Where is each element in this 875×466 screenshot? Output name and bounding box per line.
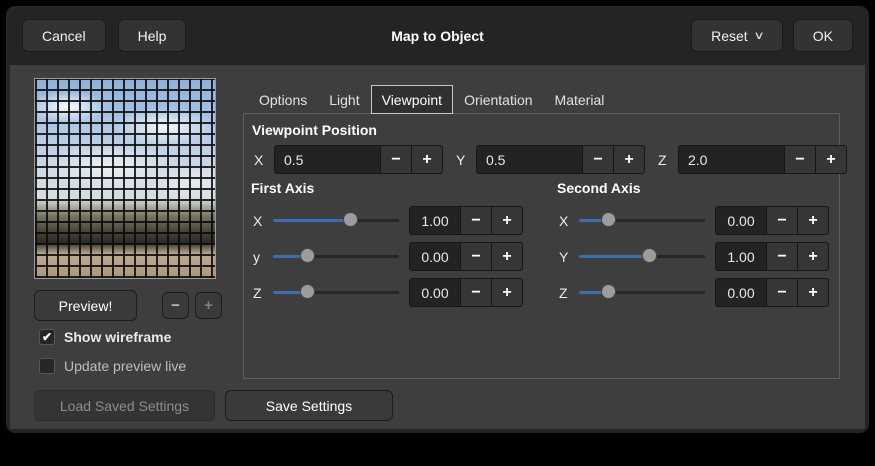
zoom-in-button[interactable]: + bbox=[195, 292, 222, 319]
minus-icon[interactable]: − bbox=[381, 145, 412, 174]
chevron-down-icon: ∨ bbox=[753, 29, 764, 42]
first-axis-x-slider[interactable] bbox=[273, 206, 399, 235]
viewpoint-z-input[interactable]: 2.0 bbox=[678, 145, 785, 174]
update-preview-live-checkbox[interactable]: Update preview live bbox=[39, 358, 186, 374]
second-axis-x-input[interactable]: 0.00 bbox=[715, 206, 767, 235]
z-label: Z bbox=[253, 285, 266, 301]
preview-button[interactable]: Preview! bbox=[34, 290, 137, 321]
plus-icon[interactable]: + bbox=[798, 278, 829, 307]
first-axis-z-row: Z 0.00 − + bbox=[253, 278, 523, 307]
z-label: Z bbox=[658, 152, 671, 168]
second-axis-x-slider[interactable] bbox=[579, 206, 705, 235]
plus-icon[interactable]: + bbox=[412, 145, 443, 174]
tab-material[interactable]: Material bbox=[544, 85, 616, 114]
show-wireframe-checkbox[interactable]: ✔ Show wireframe bbox=[39, 329, 171, 345]
first-axis-title: First Axis bbox=[251, 180, 314, 196]
plus-icon[interactable]: + bbox=[492, 242, 523, 271]
second-axis-z-input[interactable]: 0.00 bbox=[715, 278, 767, 307]
viewpoint-y-input[interactable]: 0.5 bbox=[476, 145, 583, 174]
slider-thumb[interactable] bbox=[343, 212, 358, 227]
second-axis-y-row: Y 1.00 − + bbox=[559, 242, 829, 271]
reset-button[interactable]: Reset ∨ bbox=[691, 19, 783, 52]
minus-icon[interactable]: − bbox=[767, 206, 798, 235]
y-label: Y bbox=[456, 152, 469, 168]
update-preview-live-label: Update preview live bbox=[64, 358, 186, 374]
minus-icon[interactable]: − bbox=[583, 145, 614, 174]
viewpoint-panel: Viewpoint Position X 0.5 − + Y 0.5 − bbox=[243, 113, 840, 379]
second-axis-x-row: X 0.00 − + bbox=[559, 206, 829, 235]
map-to-object-dialog: Cancel Help Map to Object Reset ∨ OK Pre… bbox=[6, 6, 869, 433]
desktop-background: Cancel Help Map to Object Reset ∨ OK Pre… bbox=[0, 0, 875, 466]
first-axis-x-input[interactable]: 1.00 bbox=[409, 206, 461, 235]
first-axis-z-input[interactable]: 0.00 bbox=[409, 278, 461, 307]
first-axis-x-row: X 1.00 − + bbox=[253, 206, 523, 235]
dialog-content: Preview! − + ✔ Show wireframe Update pre… bbox=[10, 65, 865, 429]
first-axis-z-slider[interactable] bbox=[273, 278, 399, 307]
x-label: X bbox=[559, 213, 572, 229]
slider-thumb[interactable] bbox=[601, 212, 616, 227]
tab-light[interactable]: Light bbox=[318, 85, 370, 114]
x-label: X bbox=[253, 213, 266, 229]
viewpoint-position-row: X 0.5 − + Y 0.5 − + Z bbox=[254, 145, 860, 174]
titlebar: Cancel Help Map to Object Reset ∨ OK bbox=[6, 6, 869, 65]
minus-icon[interactable]: − bbox=[461, 278, 492, 307]
slider-thumb[interactable] bbox=[642, 248, 657, 263]
plus-icon[interactable]: + bbox=[798, 242, 829, 271]
slider-thumb[interactable] bbox=[300, 284, 315, 299]
zoom-out-button[interactable]: − bbox=[162, 292, 189, 319]
minus-icon[interactable]: − bbox=[461, 206, 492, 235]
cancel-button[interactable]: Cancel bbox=[22, 19, 106, 52]
tab-options[interactable]: Options bbox=[248, 85, 318, 114]
z-label: Z bbox=[559, 285, 572, 301]
save-settings-button[interactable]: Save Settings bbox=[225, 390, 393, 421]
ok-button[interactable]: OK bbox=[793, 19, 853, 52]
viewpoint-x-field: X 0.5 − + bbox=[254, 145, 443, 174]
viewpoint-z-field: Z 2.0 − + bbox=[658, 145, 847, 174]
viewpoint-y-field: Y 0.5 − + bbox=[456, 145, 645, 174]
viewpoint-position-title: Viewpoint Position bbox=[252, 122, 377, 138]
show-wireframe-label: Show wireframe bbox=[64, 329, 171, 345]
tab-viewpoint[interactable]: Viewpoint bbox=[371, 85, 453, 114]
help-button[interactable]: Help bbox=[118, 19, 187, 52]
first-axis-y-slider[interactable] bbox=[273, 242, 399, 271]
second-axis-z-slider[interactable] bbox=[579, 278, 705, 307]
checkbox-empty-icon bbox=[39, 358, 55, 374]
slider-thumb[interactable] bbox=[300, 248, 315, 263]
load-saved-settings-button[interactable]: Load Saved Settings bbox=[34, 390, 215, 421]
viewpoint-x-input[interactable]: 0.5 bbox=[274, 145, 381, 174]
minus-icon[interactable]: − bbox=[785, 145, 816, 174]
minus-icon[interactable]: − bbox=[767, 242, 798, 271]
checkbox-check-icon: ✔ bbox=[39, 329, 55, 345]
second-axis-y-input[interactable]: 1.00 bbox=[715, 242, 767, 271]
plus-icon[interactable]: + bbox=[798, 206, 829, 235]
x-label: X bbox=[254, 152, 267, 168]
tab-orientation[interactable]: Orientation bbox=[453, 85, 543, 114]
reset-label: Reset bbox=[711, 28, 748, 44]
minus-icon[interactable]: − bbox=[461, 242, 492, 271]
plus-icon[interactable]: + bbox=[614, 145, 645, 174]
second-axis-y-slider[interactable] bbox=[579, 242, 705, 271]
slider-thumb[interactable] bbox=[601, 284, 616, 299]
preview-image[interactable] bbox=[34, 78, 216, 279]
first-axis-y-input[interactable]: 0.00 bbox=[409, 242, 461, 271]
y-label: y bbox=[253, 249, 266, 265]
y-label: Y bbox=[559, 249, 572, 265]
plus-icon[interactable]: + bbox=[492, 278, 523, 307]
plus-icon[interactable]: + bbox=[816, 145, 847, 174]
titlebar-right-buttons: Reset ∨ OK bbox=[691, 19, 853, 52]
titlebar-left-buttons: Cancel Help bbox=[22, 19, 186, 52]
first-axis-y-row: y 0.00 − + bbox=[253, 242, 523, 271]
minus-icon[interactable]: − bbox=[767, 278, 798, 307]
notebook-tabs: Options Light Viewpoint Orientation Mate… bbox=[248, 85, 615, 114]
plus-icon[interactable]: + bbox=[492, 206, 523, 235]
second-axis-z-row: Z 0.00 − + bbox=[559, 278, 829, 307]
second-axis-title: Second Axis bbox=[557, 180, 641, 196]
